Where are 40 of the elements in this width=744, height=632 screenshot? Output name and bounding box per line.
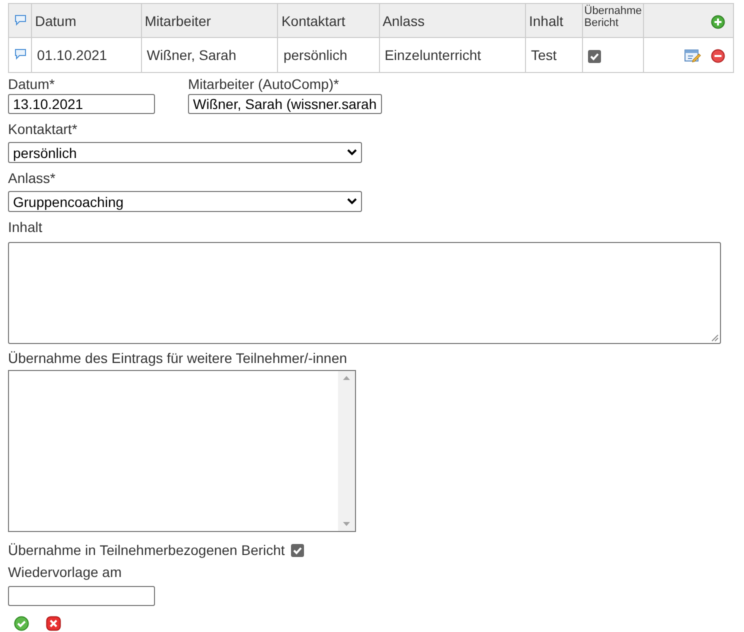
occasion-dropdown[interactable]: Gruppencoaching — [8, 191, 362, 212]
checkbox[interactable] — [588, 50, 602, 63]
scrollbar[interactable] — [338, 371, 355, 531]
resubmission-date-field[interactable] — [8, 586, 155, 606]
edit-icon[interactable] — [684, 48, 701, 64]
employee-field[interactable]: Wißner, Sarah (wissner.sarah — [188, 94, 382, 114]
date-field[interactable]: 13.10.2021 — [8, 94, 155, 114]
resize-grip-icon[interactable] — [711, 334, 719, 342]
field-label: Übernahme des Eintrags für weitere Teilnehmer/-innen — [8, 349, 348, 368]
confirm-icon[interactable] — [14, 616, 29, 631]
column-header: Übernahme Bericht — [582, 4, 644, 38]
comment-icon[interactable] — [14, 14, 26, 26]
content-field[interactable] — [8, 242, 721, 344]
cancel-icon[interactable] — [46, 616, 61, 631]
field-label: Wiedervorlage am — [8, 563, 123, 582]
add-icon[interactable] — [711, 14, 725, 29]
comment-icon[interactable] — [14, 48, 26, 60]
checkbox[interactable] — [290, 544, 304, 556]
table-cell: persönlich — [278, 38, 380, 72]
checkbox-label: Übernahme in Teilnehmerbezogenen Bericht — [8, 541, 285, 560]
contact-type-dropdown[interactable]: persönlich — [8, 142, 362, 163]
chevron-down-icon — [347, 198, 357, 205]
table-cell: Wißner, Sarah — [141, 38, 278, 72]
field-label: Mitarbeiter (AutoComp)* — [188, 75, 340, 94]
column-header: Kontaktart — [278, 4, 380, 38]
scroll-down-icon[interactable] — [343, 522, 350, 526]
column-header: Datum — [32, 4, 142, 38]
field-label: Inhalt — [8, 218, 44, 237]
scroll-up-icon[interactable] — [343, 376, 350, 380]
table-cell: Einzelunterricht — [379, 38, 526, 72]
field-label: Anlass* — [8, 169, 56, 188]
table-cell: 01.10.2021 — [32, 38, 142, 72]
remove-icon[interactable] — [711, 48, 725, 63]
field-label: Kontaktart* — [8, 120, 78, 139]
column-header: Anlass — [379, 4, 526, 38]
column-header: Mitarbeiter — [141, 4, 278, 38]
table-cell: Test — [526, 38, 583, 72]
column-header: Inhalt — [526, 4, 583, 38]
chevron-down-icon — [347, 149, 357, 156]
field-label: Datum* — [8, 75, 56, 94]
